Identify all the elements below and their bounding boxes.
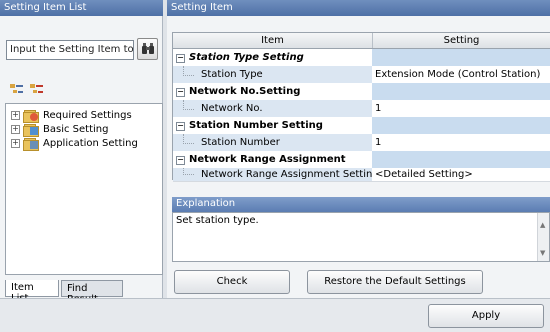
tree-toolbar [6, 82, 162, 100]
expand-icon[interactable]: + [11, 111, 20, 120]
collapse-icon[interactable]: − [176, 54, 185, 63]
grid-row-station-type-setting[interactable]: − Station Type Setting [173, 49, 550, 67]
collapse-icon[interactable]: − [176, 156, 185, 165]
network-no-value[interactable]: 1 [372, 100, 550, 118]
grid-row-network-no-setting[interactable]: − Network No.Setting [173, 83, 550, 101]
scroll-up-icon[interactable]: ▲ [540, 221, 545, 229]
setting-value [372, 83, 550, 101]
grid-row-station-type[interactable]: Station Type Extension Mode (Control Sta… [173, 66, 550, 84]
tree-item-label: Basic Setting [43, 124, 109, 135]
explanation-title: Explanation [172, 197, 550, 212]
tree-branch-line [183, 168, 194, 175]
setting-tree: + Required Settings + Basic Setting + Ap… [5, 103, 163, 275]
detailed-setting-link[interactable]: <Detailed Setting> [372, 168, 550, 182]
setting-item-title: Setting Item [167, 0, 550, 16]
check-button[interactable]: Check [174, 270, 290, 294]
apply-button[interactable]: Apply [428, 304, 544, 328]
grid-row-network-range-assignment-setting[interactable]: Network Range Assignment Setting <Detail… [173, 168, 550, 182]
item-label: Network Range Assignment Setting [201, 169, 379, 180]
tree-item-label: Required Settings [43, 110, 132, 121]
grid-row-station-number-setting[interactable]: − Station Number Setting [173, 117, 550, 135]
binoculars-icon [141, 43, 154, 54]
grid-row-network-no[interactable]: Network No. 1 [173, 100, 550, 118]
tree-item-required-settings[interactable]: + Required Settings [11, 109, 132, 123]
tree-branch-line [183, 100, 194, 110]
tree-branch-line [183, 66, 194, 76]
scroll-down-icon[interactable]: ▼ [540, 249, 545, 257]
folder-icon [23, 124, 39, 137]
tree-item-label: Application Setting [43, 138, 138, 149]
collapse-icon[interactable]: − [176, 88, 185, 97]
tab-find-result[interactable]: Find Result [61, 280, 123, 305]
section-label: Network Range Assignment [189, 154, 346, 165]
settings-grid: Item Setting − Station Type Setting Stati… [172, 32, 550, 182]
grid-header: Item Setting [173, 33, 550, 49]
column-header-item: Item [173, 33, 373, 48]
left-tab-row: Item List Find Result [5, 280, 163, 305]
search-button[interactable] [137, 38, 158, 60]
explanation-text: Set station type. [176, 215, 259, 226]
grid-row-station-number[interactable]: Station Number 1 [173, 134, 550, 152]
tab-item-list[interactable]: Item List [5, 280, 59, 304]
restore-defaults-button[interactable]: Restore the Default Settings [307, 270, 483, 294]
collapse-icon[interactable]: − [176, 122, 185, 131]
section-label: Station Type Setting [189, 52, 304, 63]
setting-item-list-title: Setting Item List [0, 0, 163, 16]
grid-row-network-range-assignment[interactable]: − Network Range Assignment [173, 151, 550, 169]
tree-branch-line [183, 134, 194, 144]
setting-value [372, 151, 550, 169]
tree-item-application-setting[interactable]: + Application Setting [11, 137, 138, 151]
item-label: Network No. [201, 103, 263, 114]
tree-item-basic-setting[interactable]: + Basic Setting [11, 123, 109, 137]
item-label: Station Type [201, 69, 263, 80]
station-number-value[interactable]: 1 [372, 134, 550, 152]
item-label: Station Number [201, 137, 280, 148]
section-label: Network No.Setting [189, 86, 301, 97]
collapse-all-icon[interactable] [30, 84, 44, 96]
setting-value [372, 49, 550, 67]
explanation-scrollbar[interactable]: ▲ ▼ [537, 213, 549, 261]
folder-icon [23, 138, 39, 151]
station-type-value[interactable]: Extension Mode (Control Station) [372, 66, 550, 84]
search-input[interactable]: Input the Setting Item to S [6, 40, 134, 60]
expand-icon[interactable]: + [11, 139, 20, 148]
explanation-panel: Set station type. ▲ ▼ [172, 212, 550, 262]
column-header-setting: Setting [443, 35, 480, 46]
expand-all-icon[interactable] [10, 84, 24, 96]
folder-icon [23, 110, 39, 123]
expand-icon[interactable]: + [11, 125, 20, 134]
section-label: Station Number Setting [189, 120, 323, 131]
setting-value [372, 117, 550, 135]
